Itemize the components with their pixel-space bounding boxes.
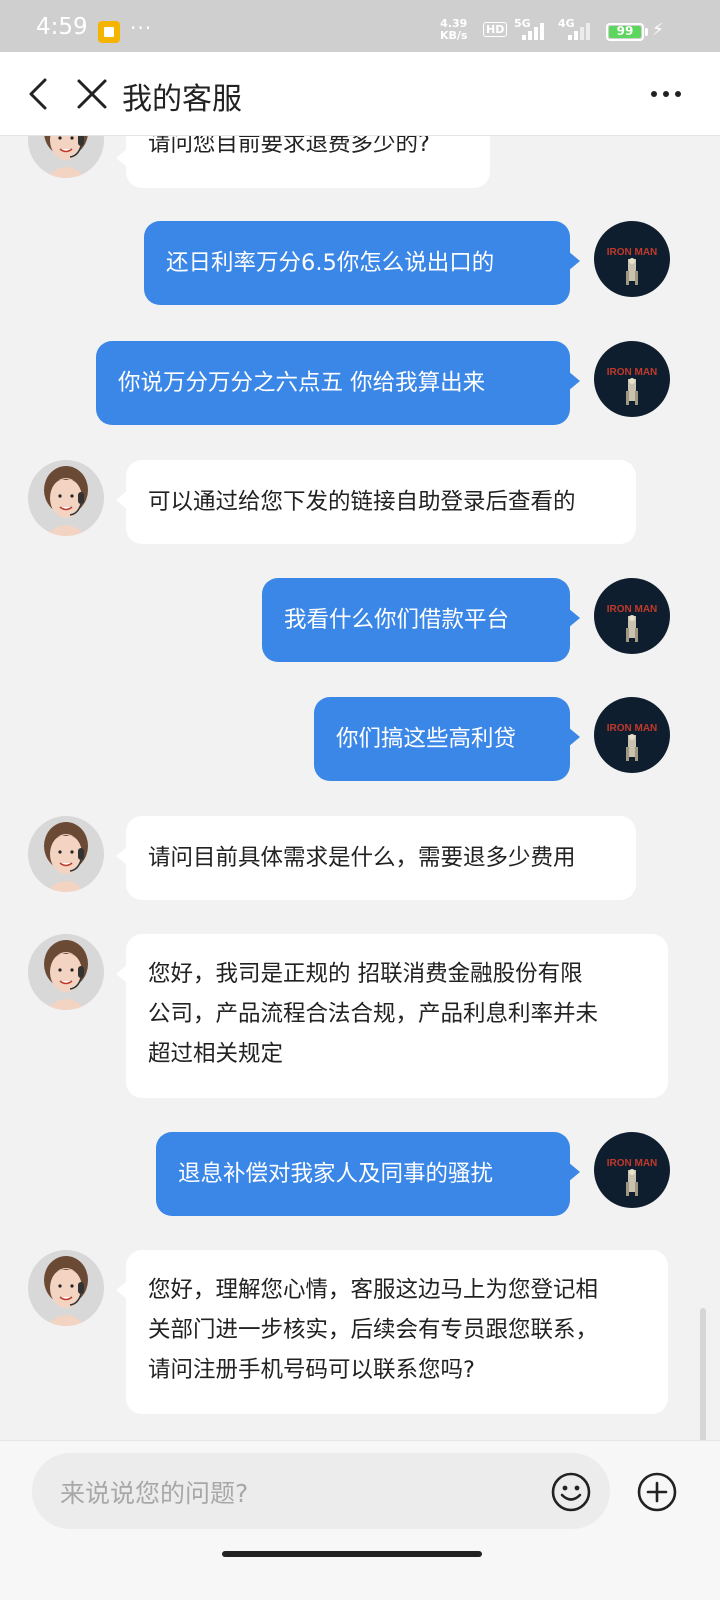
battery-icon: 99 xyxy=(606,23,644,41)
message-line: 公司，产品流程合法合规，产品利息利率并未 xyxy=(148,1001,599,1027)
message-line: 您好，理解您心情，客服这边马上为您登记相 xyxy=(148,1277,599,1303)
svg-text:IRON MAN: IRON MAN xyxy=(607,723,658,734)
close-icon xyxy=(77,79,107,109)
page-title: 我的客服 xyxy=(122,82,242,117)
status-bar: 4:59 ··· 4.39 KB/s HD 5G 4G 99 ⚡ xyxy=(0,0,720,52)
agent-avatar xyxy=(28,1250,104,1326)
svg-text:IRON MAN: IRON MAN xyxy=(607,1158,658,1169)
message-line: 您好，我司是正规的 招联消费金融股份有限 xyxy=(148,961,583,987)
message-input[interactable]: 来说说您的问题? xyxy=(32,1453,610,1529)
more-options-button[interactable] xyxy=(644,78,688,110)
charging-icon: ⚡ xyxy=(652,20,664,40)
chevron-left-icon xyxy=(29,78,47,110)
plus-circle-icon xyxy=(637,1472,677,1512)
header: 我的客服 xyxy=(0,52,720,136)
agent-message-bubble: 请问您目前要求退费多少的? xyxy=(116,136,490,188)
home-indicator[interactable] xyxy=(222,1551,482,1557)
signal-5g-icon xyxy=(522,22,550,40)
message-line: 关部门进一步核实，后续会有专员跟您联系， xyxy=(148,1317,599,1343)
emoji-button[interactable] xyxy=(550,1471,592,1513)
user-avatar: IRON MAN xyxy=(594,341,670,417)
message-input-placeholder: 来说说您的问题? xyxy=(60,1479,249,1508)
agent-avatar xyxy=(28,136,104,178)
user-avatar: IRON MAN xyxy=(594,1132,670,1208)
chat-message-list[interactable]: 请问您目前要求退费多少的? 还日利率万分6.5你怎么说出口的 IRON MAN … xyxy=(0,136,720,1440)
user-avatar: IRON MAN xyxy=(594,221,670,297)
hd-voice-icon: HD xyxy=(483,22,508,37)
svg-text:IRON MAN: IRON MAN xyxy=(607,247,658,258)
agent-avatar xyxy=(28,460,104,536)
agent-message-bubble: 请问目前具体需求是什么，需要退多少费用 xyxy=(116,816,636,900)
agent-avatar xyxy=(28,816,104,892)
agent-message-bubble: 可以通过给您下发的链接自助登录后查看的 xyxy=(116,460,636,544)
agent-message-bubble: 您好，理解您心情，客服这边马上为您登记相 关部门进一步核实，后续会有专员跟您联系… xyxy=(116,1250,668,1414)
input-bar: 来说说您的问题? xyxy=(0,1440,720,1600)
svg-text:IRON MAN: IRON MAN xyxy=(607,604,658,615)
user-avatar: IRON MAN xyxy=(594,697,670,773)
user-message-bubble: 你说万分万分之六点五 你给我算出来 xyxy=(96,341,580,425)
smiley-icon xyxy=(551,1472,591,1512)
battery-level: 99 xyxy=(616,24,634,38)
close-button[interactable] xyxy=(72,74,112,114)
add-attachment-button[interactable] xyxy=(636,1471,678,1513)
user-message-bubble: 我看什么你们借款平台 xyxy=(262,578,580,662)
user-avatar: IRON MAN xyxy=(594,578,670,654)
user-message-bubble: 你们搞这些高利贷 xyxy=(314,697,580,781)
chat-scrollbar[interactable] xyxy=(700,1308,706,1440)
network-speed-unit: KB/s xyxy=(440,29,468,42)
agent-message-bubble: 您好，我司是正规的 招联消费金融股份有限 公司，产品流程合法合规，产品利息利率并… xyxy=(116,934,668,1098)
notification-app-icon xyxy=(98,21,120,43)
more-horizontal-icon xyxy=(651,91,681,97)
message-line: 超过相关规定 xyxy=(148,1041,284,1067)
message-line: 请问注册手机号码可以联系您吗? xyxy=(148,1357,475,1383)
agent-avatar xyxy=(28,934,104,1010)
status-time: 4:59 xyxy=(36,14,88,40)
battery-tip xyxy=(645,28,648,36)
back-button[interactable] xyxy=(20,74,60,114)
user-message-bubble: 退息补偿对我家人及同事的骚扰 xyxy=(156,1132,580,1216)
svg-text:IRON MAN: IRON MAN xyxy=(607,367,658,378)
more-notifications-icon: ··· xyxy=(130,16,153,40)
network-speed: 4.39 KB/s xyxy=(440,18,467,42)
signal-4g-icon xyxy=(568,22,596,40)
user-message-bubble: 还日利率万分6.5你怎么说出口的 xyxy=(144,221,580,305)
